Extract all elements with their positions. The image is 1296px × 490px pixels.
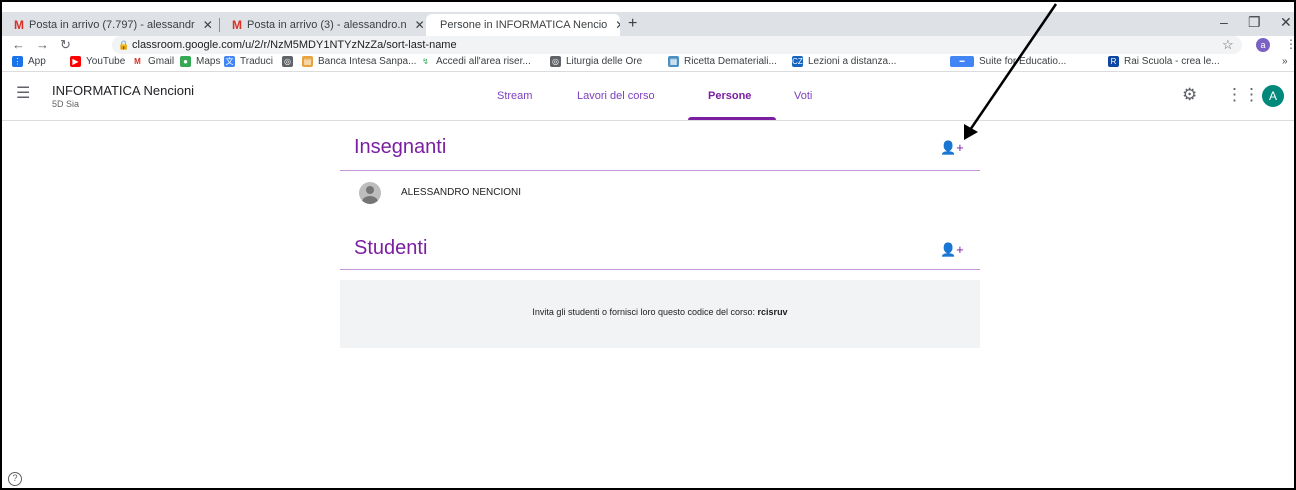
browser-window: M Posta in arrivo (7.797) - alessandr ✕ … — [0, 0, 1296, 490]
annotation-arrow-icon — [964, 3, 1058, 140]
